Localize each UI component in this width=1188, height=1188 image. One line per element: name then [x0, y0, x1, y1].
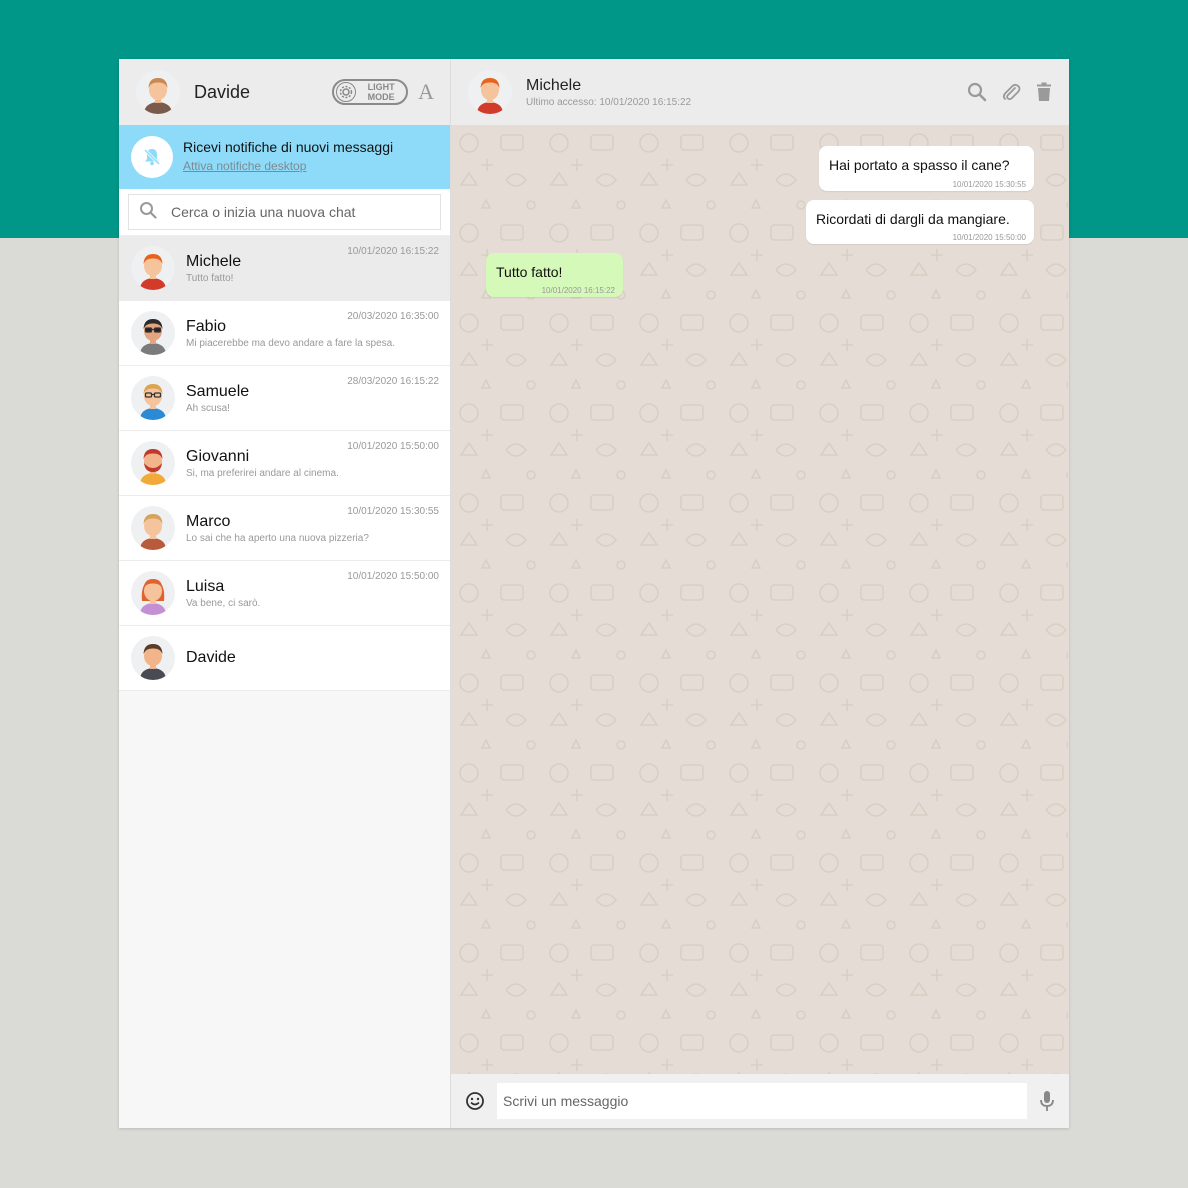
- chat-header: Michele Ultimo accesso: 10/01/2020 16:15…: [451, 59, 1069, 125]
- message-text: Tutto fatto!: [496, 264, 563, 280]
- contact-item-marco[interactable]: Marco Lo sai che ha aperto una nuova piz…: [119, 496, 450, 561]
- message-bubble-sent[interactable]: Hai portato a spasso il cane? 10/01/2020…: [819, 146, 1034, 191]
- message-area: Hai portato a spasso il cane? 10/01/2020…: [451, 125, 1069, 1074]
- theme-toggle-label-2: MODE: [367, 92, 395, 102]
- contact-item-davide[interactable]: Davide: [119, 626, 450, 691]
- contact-item-fabio[interactable]: Fabio Mi piacerebbe ma devo andare a far…: [119, 301, 450, 366]
- microphone-icon[interactable]: [1039, 1090, 1055, 1112]
- search-icon: [139, 201, 157, 224]
- contact-item-giovanni[interactable]: Giovanni Si, ma preferirei andare al cin…: [119, 431, 450, 496]
- paperclip-icon[interactable]: [1001, 82, 1021, 102]
- chat-app: Davide LIGHT MODE A Ricevi notifiche di …: [119, 59, 1069, 1128]
- contact-last-message: Tutto fatto!: [186, 272, 234, 284]
- contact-last-message: Ah scusa!: [186, 402, 230, 414]
- contact-time: 10/01/2020 15:50:00: [347, 441, 439, 452]
- contact-item-luisa[interactable]: Luisa Va bene, ci sarò. 10/01/2020 15:50…: [119, 561, 450, 626]
- message-time: 10/01/2020 15:50:00: [952, 233, 1026, 242]
- contact-time: 10/01/2020 15:30:55: [347, 506, 439, 517]
- avatar: [131, 376, 175, 420]
- user-avatar[interactable]: [136, 70, 180, 114]
- chat-last-seen: Ultimo accesso: 10/01/2020 16:15:22: [526, 96, 692, 108]
- message-text: Hai portato a spasso il cane?: [829, 157, 1010, 173]
- theme-toggle-label-1: LIGHT: [367, 82, 395, 92]
- contact-last-message: Va bene, ci sarò.: [186, 597, 261, 609]
- contact-last-message: Mi piacerebbe ma devo andare a fare la s…: [186, 337, 396, 349]
- contact-time: 28/03/2020 16:15:22: [347, 376, 439, 387]
- contact-time: 10/01/2020 16:15:22: [347, 246, 439, 257]
- bell-off-icon[interactable]: [131, 136, 173, 178]
- search-bar: [119, 189, 450, 236]
- contact-time: 10/01/2020 15:50:00: [347, 571, 439, 582]
- sidebar-header: Davide LIGHT MODE A: [119, 59, 450, 125]
- gear-icon: [336, 82, 357, 102]
- message-bubble-received[interactable]: Tutto fatto! 10/01/2020 16:15:22: [486, 253, 623, 297]
- contact-item-samuele[interactable]: Samuele Ah scusa! 28/03/2020 16:15:22: [119, 366, 450, 431]
- conversation-panel: Michele Ultimo accesso: 10/01/2020 16:15…: [451, 59, 1069, 1128]
- chat-contact-avatar[interactable]: [468, 70, 512, 114]
- search-icon[interactable]: [967, 82, 987, 102]
- contact-time: 20/03/2020 16:35:00: [347, 311, 439, 322]
- enable-notifications-link[interactable]: Attiva notifiche desktop: [183, 159, 306, 173]
- message-text: Ricordati di dargli da mangiare.: [816, 211, 1010, 227]
- chat-contact-name: Michele: [526, 76, 582, 94]
- avatar: [131, 636, 175, 680]
- search-input[interactable]: [171, 204, 421, 220]
- avatar: [131, 246, 175, 290]
- message-input[interactable]: [497, 1083, 1027, 1119]
- contact-last-message: Lo sai che ha aperto una nuova pizzeria?: [186, 532, 369, 544]
- emoji-icon[interactable]: [465, 1091, 485, 1111]
- avatar: [131, 311, 175, 355]
- message-bubble-sent[interactable]: Ricordati di dargli da mangiare. 10/01/2…: [806, 200, 1034, 244]
- font-size-button[interactable]: A: [418, 79, 434, 105]
- theme-toggle[interactable]: LIGHT MODE: [332, 79, 409, 105]
- contact-list: Michele Tutto fatto! 10/01/2020 16:15:22…: [119, 236, 450, 691]
- message-time: 10/01/2020 15:30:55: [952, 180, 1026, 189]
- notification-title: Ricevi notifiche di nuovi messaggi: [183, 139, 394, 155]
- sidebar: Davide LIGHT MODE A Ricevi notifiche di …: [119, 59, 451, 1128]
- message-composer: [451, 1074, 1069, 1128]
- contact-item-michele[interactable]: Michele Tutto fatto! 10/01/2020 16:15:22: [119, 236, 450, 301]
- contact-name: Davide: [186, 649, 236, 666]
- notification-banner: Ricevi notifiche di nuovi messaggi Attiv…: [119, 125, 450, 189]
- contact-last-message: Si, ma preferirei andare al cinema.: [186, 467, 339, 479]
- message-time: 10/01/2020 16:15:22: [541, 286, 615, 295]
- trash-icon[interactable]: [1035, 82, 1053, 102]
- avatar: [131, 506, 175, 550]
- avatar: [131, 441, 175, 485]
- avatar: [131, 571, 175, 615]
- current-user-name: Davide: [194, 81, 251, 102]
